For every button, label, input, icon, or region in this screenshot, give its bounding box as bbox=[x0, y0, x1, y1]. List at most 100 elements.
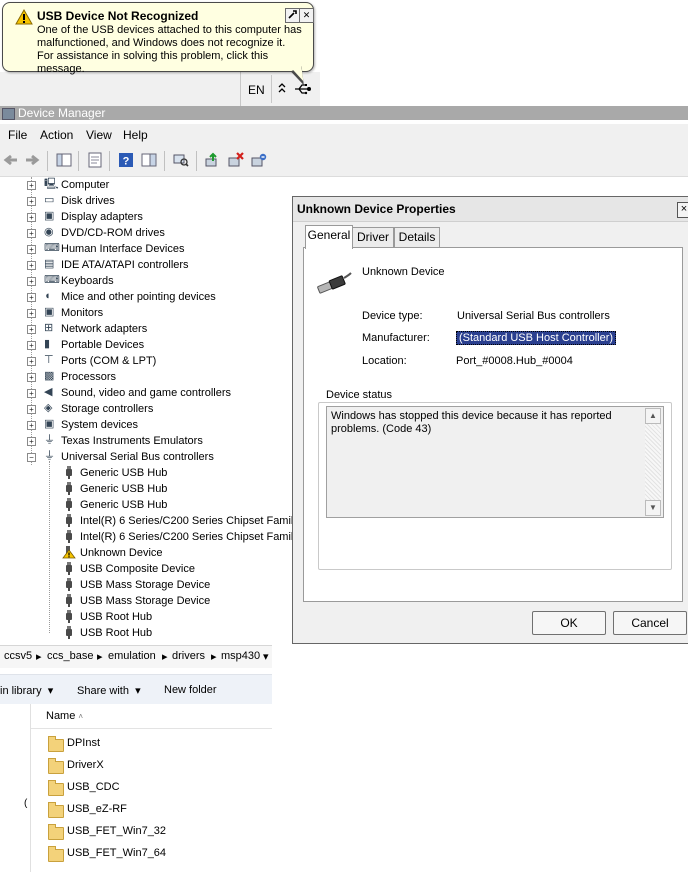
expand-icon[interactable]: + bbox=[27, 405, 36, 414]
tree-category-label: Ports (COM & LPT) bbox=[61, 355, 157, 367]
tree-category[interactable]: + ▣ Monitors bbox=[0, 305, 292, 321]
tree-category[interactable]: + ▣ System devices bbox=[0, 417, 292, 433]
expand-icon[interactable]: + bbox=[27, 309, 36, 318]
tree-device[interactable]: USB Mass Storage Device bbox=[0, 577, 292, 593]
tree-device[interactable]: Intel(R) 6 Series/C200 Series Chipset Fa… bbox=[0, 529, 299, 545]
cancel-button[interactable]: Cancel bbox=[613, 611, 687, 635]
device-tree[interactable]: + 🖳 Computer + ▭ Disk drives + ▣ Display adapter… bbox=[0, 177, 299, 647]
breadcrumb-ccsv5[interactable]: ccsv5 bbox=[4, 650, 32, 662]
menu-action[interactable]: Action bbox=[40, 128, 73, 142]
tree-category[interactable]: + ◀ Sound, video and game controllers bbox=[0, 385, 292, 401]
tree-device[interactable]: USB Root Hub bbox=[0, 609, 292, 625]
file-list[interactable]: DPInst DriverX USB_CDC USB_eZ-RF USB_FET_Win… bbox=[0, 734, 272, 872]
expand-icon[interactable]: + bbox=[27, 293, 36, 302]
ok-button[interactable]: OK bbox=[532, 611, 606, 635]
share-with-button[interactable]: Share with ▾ bbox=[77, 684, 141, 697]
show-hidden-icons-button[interactable] bbox=[278, 82, 286, 97]
breadcrumb-ccs-base[interactable]: ccs_base bbox=[47, 650, 93, 662]
expand-icon[interactable]: + bbox=[27, 277, 36, 286]
folder-row[interactable]: USB_eZ-RF bbox=[48, 802, 248, 822]
address-bar[interactable]: ccsv5 ▸ ccs_base ▸ emulation ▸ drivers ▸… bbox=[0, 645, 272, 668]
breadcrumb-drivers[interactable]: drivers bbox=[172, 650, 205, 662]
folder-row[interactable]: USB_FET_Win7_64 bbox=[48, 846, 248, 866]
include-in-library-button[interactable]: in library ▾ bbox=[0, 684, 53, 697]
tree-device[interactable]: Generic USB Hub bbox=[0, 481, 292, 497]
expand-icon[interactable]: + bbox=[27, 213, 36, 222]
expand-icon[interactable]: + bbox=[27, 341, 36, 350]
disable-device-icon[interactable] bbox=[251, 152, 267, 168]
tab-details[interactable]: Details bbox=[394, 227, 440, 248]
tree-category[interactable]: + ▩ Processors bbox=[0, 369, 292, 385]
tree-category[interactable]: + ⌨ Human Interface Devices bbox=[0, 241, 292, 257]
tree-category[interactable]: + ⊞ Network adapters bbox=[0, 321, 292, 337]
tab-driver[interactable]: Driver bbox=[352, 227, 394, 248]
tree-category[interactable]: + ⏚ Texas Instruments Emulators bbox=[0, 433, 292, 449]
notification-balloon[interactable]: USB Device Not Recognized One of the USB… bbox=[2, 2, 314, 75]
back-arrow-icon[interactable] bbox=[3, 152, 19, 168]
expand-icon[interactable]: + bbox=[27, 181, 36, 190]
manufacturer-value[interactable]: (Standard USB Host Controller) bbox=[456, 331, 617, 345]
balloon-close-button[interactable]: ✕ bbox=[299, 8, 314, 23]
tree-device[interactable]: USB Root Hub bbox=[0, 625, 292, 641]
tree-device[interactable]: Unknown Device bbox=[0, 545, 292, 561]
tree-category[interactable]: + ▤ IDE ATA/ATAPI controllers bbox=[0, 257, 292, 273]
tree-device[interactable]: Generic USB Hub bbox=[0, 497, 292, 513]
tree-device[interactable]: USB Mass Storage Device bbox=[0, 593, 292, 609]
breadcrumb-msp430[interactable]: msp430 bbox=[221, 650, 260, 662]
device-status-textbox[interactable]: Windows has stopped this device because … bbox=[326, 406, 664, 518]
expand-icon[interactable]: + bbox=[27, 421, 36, 430]
tree-device[interactable]: Intel(R) 6 Series/C200 Series Chipset Fa… bbox=[0, 513, 299, 529]
expand-icon[interactable]: + bbox=[27, 389, 36, 398]
folder-row[interactable]: USB_CDC bbox=[48, 780, 248, 800]
name-column-header[interactable]: Name ˄ bbox=[46, 710, 83, 722]
expand-icon[interactable]: + bbox=[27, 245, 36, 254]
dialog-titlebar[interactable]: Unknown Device Properties bbox=[293, 197, 688, 222]
folder-row[interactable]: DriverX bbox=[48, 758, 248, 778]
folder-row[interactable]: DPInst bbox=[48, 736, 248, 756]
balloon-message[interactable]: One of the USB devices attached to this … bbox=[37, 24, 309, 76]
expand-icon[interactable]: + bbox=[27, 437, 36, 446]
show-hide-console-icon[interactable] bbox=[56, 152, 72, 168]
scan-hardware-icon[interactable] bbox=[173, 152, 189, 168]
tab-general[interactable]: General bbox=[305, 225, 353, 249]
balloon-options-button[interactable] bbox=[285, 8, 300, 23]
uninstall-icon[interactable] bbox=[228, 152, 244, 168]
tree-category[interactable]: + ▣ Display adapters bbox=[0, 209, 292, 225]
expand-icon[interactable]: + bbox=[27, 325, 36, 334]
tree-category[interactable]: + ▮ Portable Devices bbox=[0, 337, 292, 353]
tree-category[interactable]: + ▭ Disk drives bbox=[0, 193, 292, 209]
menu-help[interactable]: Help bbox=[123, 128, 148, 142]
tree-device[interactable]: Generic USB Hub bbox=[0, 465, 292, 481]
tree-category[interactable]: + ◖ Mice and other pointing devices bbox=[0, 289, 292, 305]
tree-category[interactable]: + ⌨ Keyboards bbox=[0, 273, 292, 289]
tree-category[interactable]: + ◈ Storage controllers bbox=[0, 401, 292, 417]
breadcrumb-emulation[interactable]: emulation bbox=[108, 650, 156, 662]
scroll-down-button[interactable]: ▼ bbox=[645, 500, 661, 516]
folder-row[interactable]: USB_FET_Win7_32 bbox=[48, 824, 248, 844]
device-manager-titlebar[interactable]: Device Manager bbox=[0, 106, 688, 120]
tree-category[interactable]: + ◉ DVD/CD-ROM drives bbox=[0, 225, 292, 241]
new-folder-button[interactable]: New folder bbox=[164, 684, 217, 696]
dialog-close-button[interactable]: × bbox=[677, 202, 688, 218]
expand-icon[interactable]: + bbox=[27, 357, 36, 366]
update-driver-icon[interactable] bbox=[204, 152, 220, 168]
tree-category[interactable]: + 🖳 Computer bbox=[0, 177, 292, 193]
forward-arrow-icon[interactable] bbox=[24, 152, 40, 168]
help-icon[interactable]: ? bbox=[118, 152, 134, 168]
tree-category[interactable]: − ⏚ Universal Serial Bus controllers bbox=[0, 449, 292, 465]
menu-view[interactable]: View bbox=[86, 128, 112, 142]
scroll-up-button[interactable]: ▲ bbox=[645, 408, 661, 424]
language-indicator[interactable]: EN bbox=[248, 83, 265, 97]
expand-icon[interactable]: + bbox=[27, 373, 36, 382]
chevron-down-icon[interactable]: ▾ bbox=[263, 650, 269, 663]
expand-icon[interactable]: + bbox=[27, 197, 36, 206]
status-scrollbar[interactable]: ▲ ▼ bbox=[645, 408, 661, 516]
collapse-icon[interactable]: − bbox=[27, 453, 36, 462]
expand-icon[interactable]: + bbox=[27, 261, 36, 270]
tree-device[interactable]: USB Composite Device bbox=[0, 561, 292, 577]
properties-icon[interactable] bbox=[87, 152, 103, 168]
menu-file[interactable]: File bbox=[8, 128, 27, 142]
action-pane-icon[interactable] bbox=[141, 152, 157, 168]
tree-category[interactable]: + ⊤ Ports (COM & LPT) bbox=[0, 353, 292, 369]
expand-icon[interactable]: + bbox=[27, 229, 36, 238]
